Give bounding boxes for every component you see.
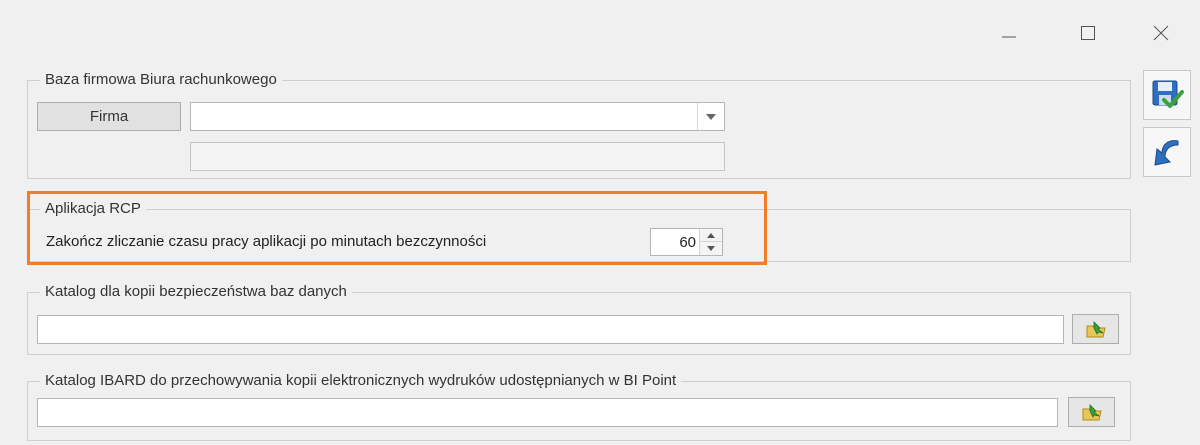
idle-minutes-stepper[interactable]: 60 (650, 228, 723, 256)
firma-button[interactable]: Firma (37, 102, 181, 131)
stepper-up-button[interactable] (700, 229, 722, 242)
idle-minutes-value: 60 (679, 234, 696, 251)
group-title: Katalog IBARD do przechowywania kopii el… (40, 372, 682, 390)
ibard-browse-button[interactable] (1068, 397, 1115, 427)
backup-path-input[interactable] (37, 315, 1064, 344)
save-button[interactable] (1143, 70, 1191, 120)
backup-browse-button[interactable] (1072, 314, 1119, 344)
chevron-down-icon (706, 113, 716, 120)
ibard-path-input[interactable] (37, 398, 1058, 427)
minimize-button[interactable] (989, 18, 1029, 48)
idle-minutes-label: Zakończ zliczanie czasu pracy aplikacji … (46, 233, 487, 250)
undo-icon (1154, 140, 1179, 166)
dropdown-arrow[interactable] (697, 103, 724, 130)
maximize-icon (1081, 26, 1095, 40)
maximize-button[interactable] (1068, 18, 1108, 48)
folder-arrow-icon (1086, 321, 1106, 338)
undo-button[interactable] (1143, 127, 1191, 177)
group-title: Baza firmowa Biura rachunkowego (40, 71, 282, 89)
stepper-buttons (699, 229, 722, 255)
folder-arrow-icon (1082, 404, 1102, 421)
arrow-up-icon (707, 232, 715, 238)
company-name-field (190, 142, 725, 171)
group-title: Aplikacja RCP (40, 200, 146, 218)
arrow-down-icon (707, 246, 715, 251)
minimize-icon (1002, 36, 1016, 38)
close-button[interactable] (1141, 18, 1181, 48)
stepper-down-button[interactable] (700, 242, 722, 255)
save-icon (1152, 80, 1184, 108)
close-icon (1153, 25, 1169, 41)
group-title: Katalog dla kopii bezpieczeństwa baz dan… (40, 283, 352, 301)
company-select[interactable] (190, 102, 725, 131)
